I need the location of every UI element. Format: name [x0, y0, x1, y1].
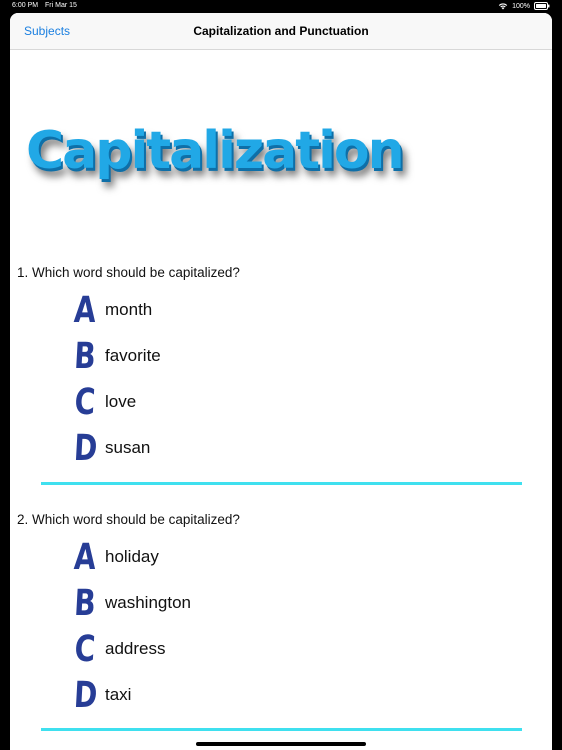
option-text: susan: [105, 438, 151, 457]
option-text: love: [105, 392, 137, 411]
answer-option-b[interactable]: B favorite: [73, 336, 374, 378]
question-text: 1. Which word should be capitalized?: [17, 265, 240, 280]
status-date: Fri Mar 15: [45, 2, 77, 9]
option-letter: C: [73, 382, 97, 423]
question-text: 2. Which word should be capitalized?: [17, 512, 240, 527]
option-text: holiday: [105, 547, 159, 566]
option-text: address: [105, 639, 166, 658]
status-time: 6:00 PM: [12, 2, 39, 9]
battery-icon: [534, 2, 550, 10]
content-sheet: Subjects Capitalization and Punctuation …: [10, 13, 552, 750]
battery-percent: 100%: [512, 2, 530, 10]
answer-option-b[interactable]: B washington: [73, 583, 374, 625]
hero-title: Capitalization: [26, 121, 405, 181]
option-text: washington: [105, 593, 192, 612]
page-title: Capitalization and Punctuation: [193, 24, 369, 38]
status-bar: 6:00 PM Fri Mar 15 100%: [0, 0, 562, 13]
option-letter: D: [72, 428, 99, 469]
wifi-icon: [498, 2, 508, 10]
status-indicators: 100%: [498, 2, 550, 10]
option-letter: B: [73, 583, 97, 624]
section-divider: [41, 728, 522, 731]
option-letter: A: [72, 290, 97, 331]
answer-option-a[interactable]: A holiday: [72, 537, 374, 579]
option-letter: A: [72, 537, 97, 578]
answer-option-a[interactable]: A month: [72, 290, 374, 332]
answer-option-c[interactable]: C love: [74, 382, 374, 424]
option-text: month: [105, 300, 153, 319]
option-text: favorite: [105, 346, 161, 365]
navigation-bar: Subjects Capitalization and Punctuation: [10, 13, 552, 50]
option-letter: C: [73, 629, 97, 670]
answer-option-c[interactable]: C address: [74, 629, 374, 671]
option-text: taxi: [105, 685, 132, 704]
answer-option-d[interactable]: D susan: [72, 428, 374, 470]
hero-banner: Capitalization: [26, 121, 446, 201]
option-letter: B: [73, 336, 97, 377]
section-divider: [41, 482, 522, 485]
home-indicator[interactable]: [196, 742, 366, 746]
option-letter: D: [72, 675, 99, 716]
answer-option-d[interactable]: D taxi: [72, 675, 374, 717]
